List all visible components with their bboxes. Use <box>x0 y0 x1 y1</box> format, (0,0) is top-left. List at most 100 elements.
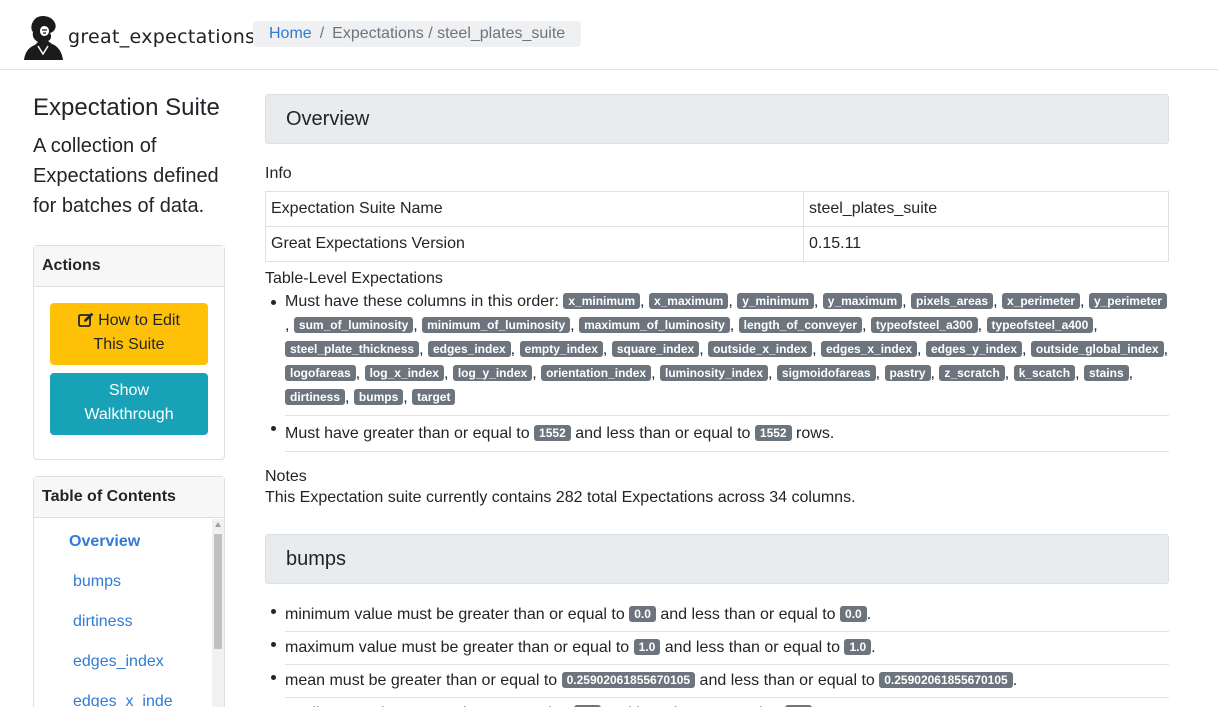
overview-section-header: Overview <box>265 94 1169 144</box>
bumps-expectations-list: minimum value must be greater than or eq… <box>265 599 1169 707</box>
column-badge: typeofsteel_a300 <box>870 317 978 333</box>
column-badge: bumps <box>353 389 404 405</box>
toc-item-overview[interactable]: Overview <box>69 533 140 551</box>
breadcrumb-current: Expectations / steel_plates_suite <box>332 25 566 42</box>
column-badge: k_scatch <box>1013 365 1076 381</box>
brand-link[interactable]: great_expectations <box>22 14 255 60</box>
sidebar-title: Expectation Suite <box>33 94 220 121</box>
toc-scrollbar[interactable] <box>212 519 224 707</box>
row-count-expectation: Must have greater than or equal to 1552 … <box>265 416 1169 452</box>
how-to-edit-suite-button[interactable]: How to Edit This Suite <box>50 303 208 365</box>
great-expectations-logo-icon <box>24 15 63 60</box>
table-level-expectations-list: Must have these columns in this order: x… <box>265 290 1169 452</box>
expectation-min-badge: 1.0 <box>633 639 661 655</box>
column-badge: y_maximum <box>822 293 903 309</box>
column-badge: luminosity_index <box>659 365 769 381</box>
toc-item-bumps[interactable]: bumps <box>73 573 121 591</box>
column-badge: x_minimum <box>563 293 641 309</box>
row-count-max-badge: 1552 <box>754 425 792 441</box>
row-count-text: and less than or equal to <box>575 425 751 442</box>
brand-name: great_expectations <box>68 26 256 48</box>
expectation-text: mean must be greater than or equal to <box>285 672 558 689</box>
notes-text: This Expectation suite currently contain… <box>265 489 856 506</box>
expectation-max-badge: 0.0 <box>840 606 867 622</box>
table-row: Expectation Suite Name steel_plates_suit… <box>265 191 1169 227</box>
column-badge: y_perimeter <box>1088 293 1167 309</box>
row-count-min-badge: 1552 <box>534 425 571 441</box>
column-badge: x_perimeter <box>1002 293 1081 309</box>
column-badge: edges_index <box>427 341 511 357</box>
breadcrumb-separator: / <box>319 25 325 42</box>
breadcrumb: Home / Expectations / steel_plates_suite <box>253 21 582 47</box>
column-badge: stains <box>1083 365 1129 381</box>
scroll-up-arrow-icon[interactable] <box>215 522 221 527</box>
bumps-section-header: bumps <box>265 534 1169 584</box>
expectation-text: . <box>866 606 872 623</box>
column-badge: log_y_index <box>452 365 533 381</box>
column-badge: minimum_of_luminosity <box>422 317 571 333</box>
column-badge: sum_of_luminosity <box>293 317 414 333</box>
column-badge: edges_x_index <box>821 341 918 357</box>
list-item: mean must be greater than or equal to 0.… <box>265 665 1169 698</box>
expectation-text: maximum value must be greater than or eq… <box>285 639 630 656</box>
column-badge: empty_index <box>519 341 603 357</box>
column-badge: steel_plate_thickness <box>285 341 420 357</box>
column-badge: pixels_areas <box>911 293 994 309</box>
expectation-text: minimum value must be greater than or eq… <box>285 606 625 623</box>
column-badge: square_index <box>611 341 700 357</box>
column-badge: outside_global_index <box>1030 341 1164 357</box>
show-walkthrough-button[interactable]: Show Walkthrough <box>50 373 208 435</box>
column-badge: dirtiness <box>285 389 346 405</box>
column-badge: outside_x_index <box>708 341 813 357</box>
column-badge: target <box>412 389 456 405</box>
expectation-text: . <box>871 639 876 656</box>
expectation-max-badge: 1.0 <box>844 639 872 655</box>
column-badge: length_of_conveyer <box>738 317 863 333</box>
column-badge: sigmoidofareas <box>776 365 876 381</box>
breadcrumb-home-link[interactable]: Home <box>269 25 312 43</box>
actions-card-header: Actions <box>34 246 224 287</box>
toc-item-edges-index[interactable]: edges_index <box>73 653 164 671</box>
list-item: minimum value must be greater than or eq… <box>265 599 1169 632</box>
table-row: Great Expectations Version 0.15.11 <box>265 226 1169 262</box>
column-badge: typeofsteel_a400 <box>986 317 1094 333</box>
column-badge: pastry <box>884 365 931 381</box>
expectation-min-badge: 0.0 <box>629 606 656 622</box>
column-badge: edges_y_index <box>925 341 1022 357</box>
table-level-expectations-label: Table-Level Expectations <box>265 270 443 287</box>
info-key-ge-version: Great Expectations Version <box>265 226 804 262</box>
column-badge: x_maximum <box>648 293 729 309</box>
edit-button-label-line1: How to Edit <box>98 312 180 329</box>
list-item: maximum value must be greater than or eq… <box>265 632 1169 665</box>
toc-item-dirtiness[interactable]: dirtiness <box>73 613 133 631</box>
expectation-min-badge: 0.25902061855670105 <box>561 672 696 688</box>
toc-card-header: Table of Contents <box>34 477 224 518</box>
walkthrough-button-label-line2: Walkthrough <box>84 406 174 423</box>
sidebar-description: A collection of Expectations defined for… <box>33 135 219 217</box>
info-key-suite-name: Expectation Suite Name <box>265 191 804 227</box>
walkthrough-button-label-line1: Show <box>108 382 150 399</box>
toc-item-edges-x-index[interactable]: edges_x_inde <box>73 693 173 707</box>
info-label: Info <box>265 165 292 182</box>
expectation-text: . <box>1012 672 1018 689</box>
column-badge: maximum_of_luminosity <box>579 317 730 333</box>
info-value-ge-version: 0.15.11 <box>803 226 1169 262</box>
top-navbar: great_expectations Home / Expectations /… <box>0 0 1218 70</box>
notes-label: Notes <box>265 468 307 485</box>
row-count-text: rows. <box>796 425 835 442</box>
list-item: median must be greater than or equal to … <box>265 698 1169 707</box>
column-badge: y_minimum <box>737 293 814 309</box>
columns-intro-text: Must have these columns in this order: <box>285 293 559 310</box>
column-badge: log_x_index <box>364 365 444 381</box>
info-value-suite-name: steel_plates_suite <box>803 191 1169 227</box>
expectation-text: and less than or equal to <box>664 639 840 656</box>
edit-icon <box>78 312 94 327</box>
expectation-text: and less than or equal to <box>699 672 875 689</box>
scrollbar-thumb[interactable] <box>214 534 222 649</box>
column-badge: orientation_index <box>541 365 652 381</box>
row-count-text: Must have greater than or equal to <box>285 425 530 442</box>
info-table: Expectation Suite Name steel_plates_suit… <box>265 191 1169 262</box>
column-order-expectation: Must have these columns in this order: x… <box>265 290 1169 416</box>
column-badge: z_scratch <box>939 365 1005 381</box>
edit-button-label-line2: This Suite <box>93 336 165 353</box>
